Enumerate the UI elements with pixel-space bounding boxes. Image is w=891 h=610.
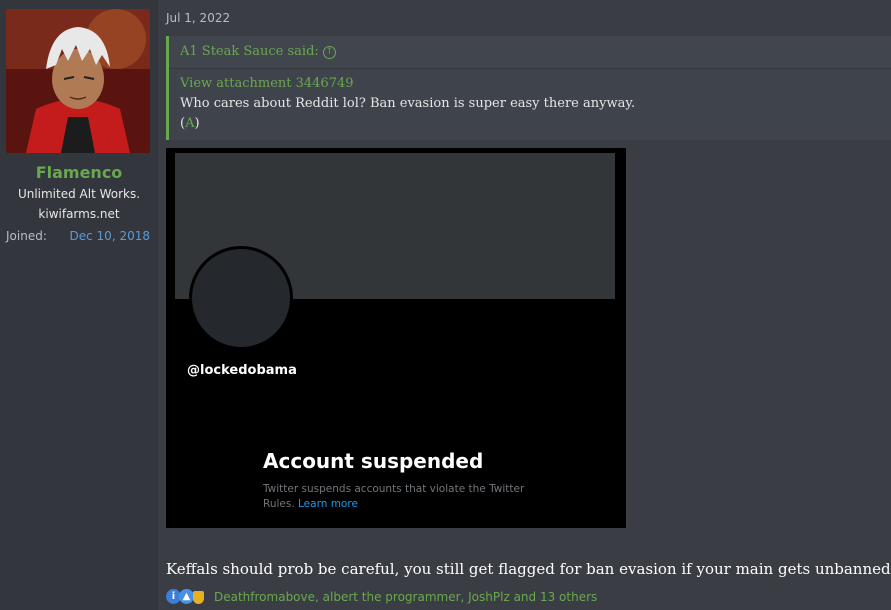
attachment-image[interactable]: @lockedobama Account suspended Twitter s… xyxy=(166,148,626,528)
joined-label: Joined: xyxy=(6,229,47,243)
suspended-heading: Account suspended xyxy=(263,449,484,473)
archive-link-group: (A) xyxy=(180,116,200,131)
user-title: Unlimited Alt Works. xyxy=(17,187,141,201)
twitter-screenshot: @lockedobama Account suspended Twitter s… xyxy=(175,153,615,528)
quote-header: A1 Steak Sauce said: ↑ xyxy=(169,36,891,69)
learn-more-link: Learn more xyxy=(298,498,358,510)
user-subtitle: kiwifarms.net xyxy=(38,207,120,221)
author-sidebar: Flamenco Unlimited Alt Works. kiwifarms.… xyxy=(0,0,159,610)
twitter-handle: @lockedobama xyxy=(187,363,297,378)
joined-date: Dec 10, 2018 xyxy=(69,229,150,243)
reaction-users-link[interactable]: Deathfromabove, albert the programmer, J… xyxy=(214,590,597,604)
avatar[interactable] xyxy=(6,9,150,153)
post-body: Keffals should prob be careful, you stil… xyxy=(166,560,891,578)
post-main: Jul 1, 2022 A1 Steak Sauce said: ↑ View a… xyxy=(158,0,891,610)
arrow-up-icon[interactable]: ↑ xyxy=(322,46,336,59)
quote-text: Who cares about Reddit lol? Ban evasion … xyxy=(180,96,636,111)
profile-avatar-placeholder xyxy=(189,246,293,350)
quote-block: A1 Steak Sauce said: ↑ View attachment 34… xyxy=(166,36,891,140)
post-date[interactable]: Jul 1, 2022 xyxy=(166,11,230,25)
archive-close-paren: ) xyxy=(194,116,200,131)
suspended-body: Twitter suspends accounts that violate t… xyxy=(263,482,533,512)
view-attachment-link[interactable]: View attachment 3446749 xyxy=(180,76,354,91)
quote-author-text[interactable]: A1 Steak Sauce said: xyxy=(180,44,319,59)
trophy-icon xyxy=(193,591,204,604)
username[interactable]: Flamenco xyxy=(0,163,158,182)
quote-author-link[interactable]: A1 Steak Sauce said: ↑ xyxy=(180,44,336,59)
like-icon: ▲ xyxy=(179,589,194,604)
